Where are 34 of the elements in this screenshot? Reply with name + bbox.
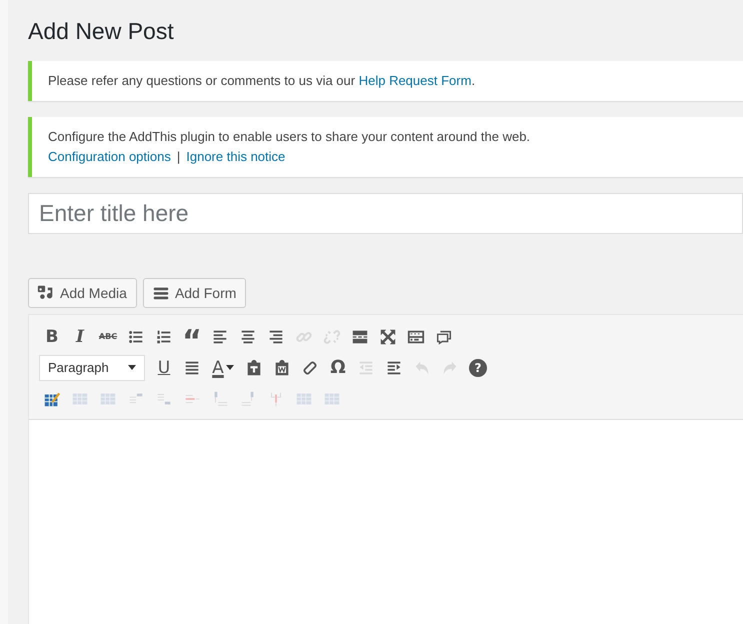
add-form-button[interactable]: Add Form [142, 278, 246, 308]
quote-button[interactable]: “ [179, 322, 205, 350]
notice-link[interactable]: Ignore this notice [186, 149, 286, 164]
unlink-icon [323, 328, 341, 346]
page-title: Add New Post [28, 18, 175, 45]
italic-button[interactable]: I [67, 322, 93, 350]
notice-text: Please refer any questions or comments to us via our Help Request Form. [48, 72, 476, 90]
align-center-icon [239, 328, 257, 346]
outdent-icon [357, 358, 375, 376]
strike-button[interactable]: ABC [95, 322, 121, 350]
align-right-icon [267, 328, 285, 346]
numbered-list-icon [155, 328, 173, 346]
notice-text: Configure the AddThis plugin to enable users to share your content around the web. [48, 128, 532, 146]
indent-icon [385, 358, 403, 376]
eraser-icon [301, 358, 319, 376]
keyboard-icon [407, 328, 425, 346]
notice-link[interactable]: Configuration options [48, 149, 171, 164]
justify-icon [183, 358, 201, 376]
underline-button[interactable]: U [151, 354, 177, 382]
paste-text-icon [245, 358, 263, 376]
help-button[interactable]: ? [469, 358, 487, 376]
title-field[interactable]: Enter title here [28, 193, 743, 234]
more-icon [351, 328, 369, 346]
align-left-icon [211, 328, 229, 346]
text-color-button[interactable]: A [207, 354, 239, 382]
paste-word-icon [273, 358, 291, 376]
fullscreen-icon [379, 328, 397, 346]
add-media-button[interactable]: Add Media [28, 278, 137, 308]
media-icon [37, 284, 55, 302]
help-link[interactable]: Help Request Form [358, 73, 472, 88]
separator-text: | [176, 149, 180, 164]
omega-button[interactable]: Ω [325, 354, 351, 382]
format-select[interactable]: Paragraph [39, 354, 145, 380]
bold-button[interactable]: B [39, 322, 65, 350]
